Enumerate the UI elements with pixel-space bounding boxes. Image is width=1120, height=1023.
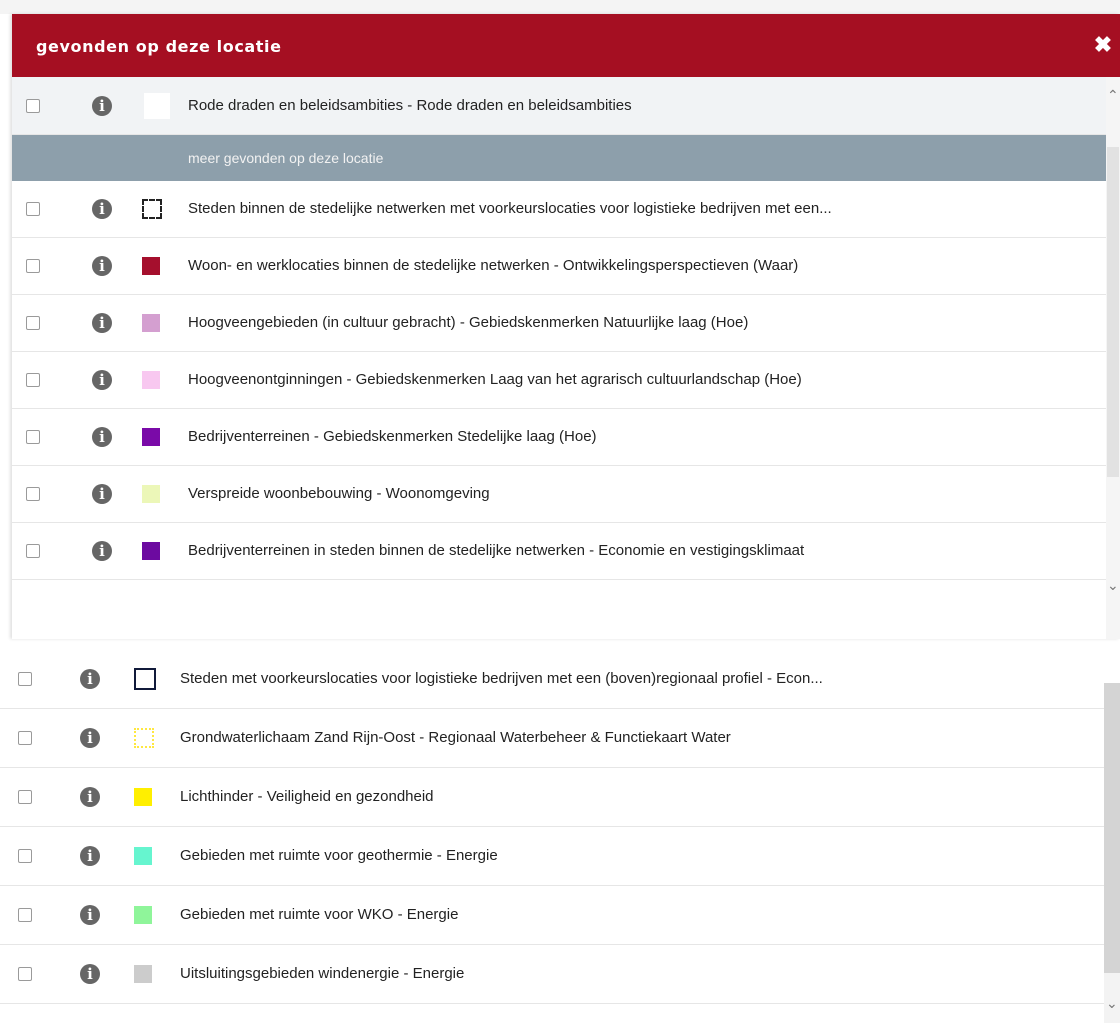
layer-checkbox[interactable] (26, 316, 40, 330)
list-item-first: i Rode draden en beleidsambities - Rode … (12, 77, 1106, 135)
layer-label: Verspreide woonbebouwing - Woonomgeving (188, 485, 490, 502)
scrollbar-thumb[interactable] (1104, 683, 1120, 973)
legend-swatch (144, 92, 170, 119)
legend-swatch (142, 314, 160, 332)
layer-label: Hoogveengebieden (in cultuur gebracht) -… (188, 314, 749, 331)
layer-label: Bedrijventerreinen - Gebiedskenmerken St… (188, 428, 597, 445)
layer-checkbox[interactable] (18, 790, 32, 804)
layer-checkbox[interactable] (18, 731, 32, 745)
scroll-down-icon[interactable]: ⌄ (1106, 995, 1118, 1012)
layer-label: Lichthinder - Veiligheid en gezondheid (180, 788, 434, 805)
info-icon[interactable]: i (80, 669, 100, 689)
results-list: i Rode draden en beleidsambities - Rode … (12, 77, 1106, 580)
panel-title: gevonden op deze locatie (36, 37, 282, 56)
layer-label: Uitsluitingsgebieden windenergie - Energ… (180, 965, 465, 982)
results-panel: gevonden op deze locatie ✖ i Rode draden… (12, 14, 1120, 639)
info-icon[interactable]: i (80, 787, 100, 807)
layer-checkbox[interactable] (18, 672, 32, 686)
info-icon[interactable]: i (92, 256, 112, 276)
layer-label: Gebieden met ruimte voor WKO - Energie (180, 906, 459, 923)
layer-checkbox[interactable] (26, 202, 40, 216)
list-item: i Gebieden met ruimte voor WKO - Energie (0, 886, 1104, 945)
layer-checkbox[interactable] (18, 849, 32, 863)
list-item: i Grondwaterlichaam Zand Rijn-Oost - Regi… (0, 709, 1104, 768)
layer-label: Bedrijventerreinen in steden binnen de s… (188, 542, 805, 559)
list-item: i Bedrijventerreinen in steden binnen de … (12, 523, 1106, 580)
legend-swatch (134, 906, 152, 924)
list-item: i Hoogveengebieden (in cultuur gebracht) … (12, 295, 1106, 352)
layer-checkbox[interactable] (18, 967, 32, 981)
background-strip (0, 0, 1120, 14)
layer-checkbox[interactable] (26, 98, 40, 113)
legend-swatch (134, 847, 152, 865)
scrollbar[interactable]: ⌃ ⌄ (1106, 77, 1120, 639)
scrollbar-thumb[interactable] (1107, 147, 1119, 477)
info-icon[interactable]: i (92, 370, 112, 390)
layer-label: Steden met voorkeurslocaties voor logist… (180, 670, 823, 687)
layer-label: Steden binnen de stedelijke netwerken me… (188, 200, 832, 217)
list-item: i Bedrijventerreinen - Gebiedskenmerken S… (12, 409, 1106, 466)
list-item: i Uitsluitingsgebieden windenergie - Ener… (0, 945, 1104, 1004)
scroll-down-icon[interactable]: ⌄ (1107, 577, 1119, 594)
info-icon[interactable]: i (92, 427, 112, 447)
info-icon[interactable]: i (80, 905, 100, 925)
list-item: i Gebieden met ruimte voor geothermie - E… (0, 827, 1104, 886)
legend-swatch (142, 542, 160, 560)
scroll-up-icon[interactable]: ⌃ (1107, 87, 1119, 104)
layer-label: Hoogveenontginningen - Gebiedskenmerken … (188, 371, 802, 388)
layer-label: Gebieden met ruimte voor geothermie - En… (180, 847, 498, 864)
legend-swatch (142, 257, 160, 275)
info-icon[interactable]: i (80, 964, 100, 984)
info-icon[interactable]: i (92, 313, 112, 333)
layer-checkbox[interactable] (26, 373, 40, 387)
legend-swatch (142, 371, 160, 389)
subheader-label: meer gevonden op deze locatie (188, 150, 384, 166)
list-item: i Steden binnen de stedelijke netwerken m… (12, 181, 1106, 238)
layer-label: Rode draden en beleidsambities - Rode dr… (188, 96, 632, 114)
legend-swatch (134, 668, 156, 690)
info-icon[interactable]: i (80, 846, 100, 866)
layer-checkbox[interactable] (26, 544, 40, 558)
list-item: i Lichthinder - Veiligheid en gezondheid (0, 768, 1104, 827)
scrollbar[interactable]: ⌄ (1104, 683, 1120, 1023)
list-item: i Woon- en werklocaties binnen de stedeli… (12, 238, 1106, 295)
legend-swatch (142, 485, 160, 503)
info-icon[interactable]: i (92, 541, 112, 561)
close-icon[interactable]: ✖ (1090, 32, 1116, 58)
layer-label: Grondwaterlichaam Zand Rijn-Oost - Regio… (180, 729, 731, 746)
layer-label: Woon- en werklocaties binnen de stedelij… (188, 257, 799, 274)
layer-checkbox[interactable] (26, 430, 40, 444)
results-list-lower: i Steden met voorkeurslocaties voor logis… (0, 650, 1104, 1004)
layer-checkbox[interactable] (18, 908, 32, 922)
legend-swatch (142, 199, 162, 219)
layer-checkbox[interactable] (26, 487, 40, 501)
list-item: i Steden met voorkeurslocaties voor logis… (0, 650, 1104, 709)
list-item: i Hoogveenontginningen - Gebiedskenmerken… (12, 352, 1106, 409)
more-found-subheader: meer gevonden op deze locatie (12, 135, 1106, 181)
legend-swatch (134, 965, 152, 983)
legend-swatch (142, 428, 160, 446)
info-icon[interactable]: i (92, 95, 112, 116)
layer-checkbox[interactable] (26, 259, 40, 273)
info-icon[interactable]: i (80, 728, 100, 748)
info-icon[interactable]: i (92, 199, 112, 219)
info-icon[interactable]: i (92, 484, 112, 504)
legend-swatch (134, 788, 152, 806)
legend-swatch (134, 728, 154, 748)
panel-header: gevonden op deze locatie ✖ (12, 14, 1120, 77)
list-item: i Verspreide woonbebouwing - Woonomgeving (12, 466, 1106, 523)
